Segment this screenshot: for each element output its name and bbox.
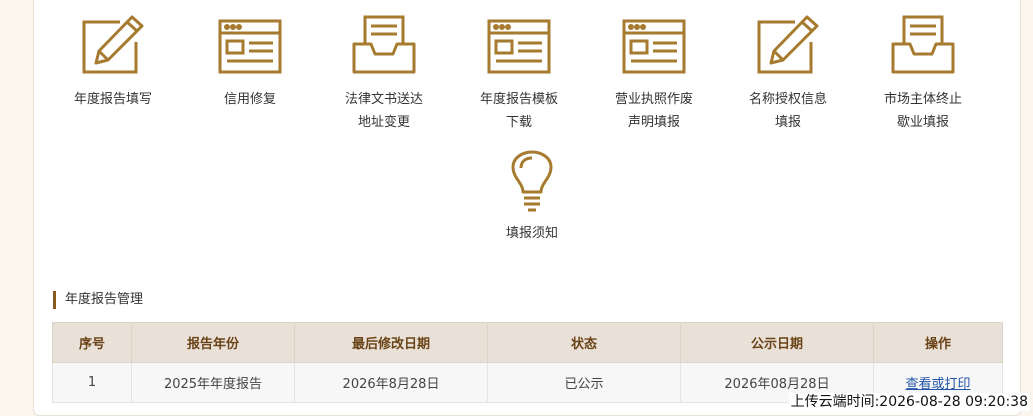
- tile-label: 名称授权信息 填报: [748, 92, 827, 130]
- cell-status: 已公示: [487, 362, 681, 403]
- browser-window-icon: [459, 14, 579, 76]
- view-or-print-link[interactable]: 查看或打印: [905, 377, 970, 392]
- table-header-row: 序号 报告年份 最后修改日期 状态 公示日期 操作: [52, 322, 1003, 363]
- column-header: 序号: [52, 322, 132, 363]
- column-header: 操作: [873, 322, 1003, 363]
- tile-label: 填报须知: [505, 226, 558, 241]
- annual-report-table: 序号 报告年份 最后修改日期 状态 公示日期 操作 1 2025年年度报告 20…: [52, 322, 1003, 403]
- cell-index: 1: [52, 362, 132, 403]
- cell-modified-date: 2026年8月28日: [294, 362, 488, 403]
- column-header: 报告年份: [131, 322, 295, 363]
- tile-label: 法律文书送达 地址变更: [344, 92, 423, 130]
- tile-label: 年度报告填写: [73, 92, 152, 107]
- cell-report-year: 2025年年度报告: [131, 362, 295, 403]
- edit-form-icon: [53, 14, 173, 76]
- inbox-tray-icon: [863, 14, 983, 76]
- inbox-tray-icon: [324, 14, 444, 76]
- tile-label: 市场主体终止 歇业填报: [883, 92, 962, 130]
- upload-time-label: 上传云端时间:2026-08-28 09:20:38: [788, 393, 1030, 411]
- tile-annual-template-download[interactable]: 年度报告模板 下载: [459, 14, 579, 134]
- tile-filing-notice[interactable]: 填报须知: [472, 150, 592, 245]
- tile-label: 营业执照作废 声明填报: [614, 92, 693, 130]
- section-title: 年度报告管理: [53, 291, 143, 309]
- tile-name-authorization[interactable]: 名称授权信息 填报: [728, 14, 848, 134]
- column-header: 状态: [487, 322, 681, 363]
- lightbulb-icon: [472, 150, 592, 214]
- edit-form-icon: [728, 14, 848, 76]
- tile-credit-repair[interactable]: 信用修复: [190, 14, 310, 111]
- tile-legal-address-change[interactable]: 法律文书送达 地址变更: [324, 14, 444, 134]
- tile-annual-report-fill[interactable]: 年度报告填写: [53, 14, 173, 111]
- tile-entity-termination[interactable]: 市场主体终止 歇业填报: [863, 14, 983, 134]
- tile-label: 年度报告模板 下载: [479, 92, 558, 130]
- column-header: 最后修改日期: [294, 322, 488, 363]
- tile-label: 信用修复: [223, 92, 276, 107]
- browser-window-icon: [594, 14, 714, 76]
- tile-license-void-statement[interactable]: 营业执照作废 声明填报: [594, 14, 714, 134]
- column-header: 公示日期: [680, 322, 874, 363]
- browser-window-icon: [190, 14, 310, 76]
